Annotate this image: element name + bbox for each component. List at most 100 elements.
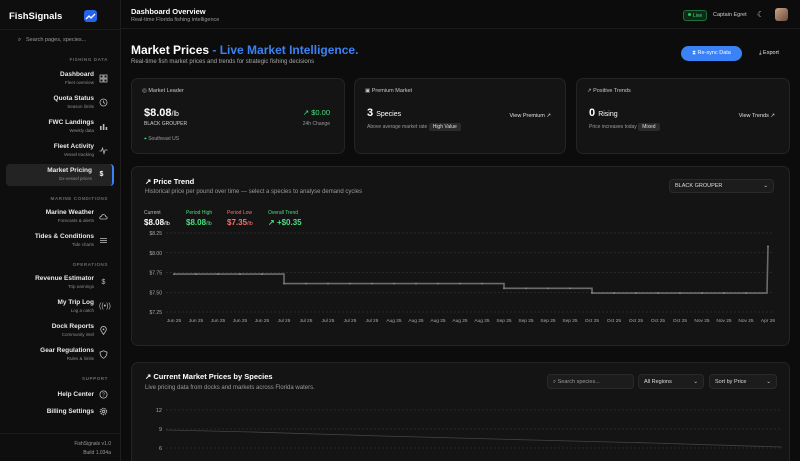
resync-label: Re-sync Data [697, 50, 731, 56]
view-trends-label: View Trends [738, 113, 769, 119]
x-tick-label: Sep 25 [562, 318, 578, 324]
x-tick-label: Nov 25 [716, 318, 732, 324]
grid-icon [99, 74, 108, 83]
build-label: Build 1.034a [83, 450, 111, 456]
section-label-support: SUPPORT [82, 376, 108, 381]
search-icon: ⌕ [18, 37, 22, 43]
sidebar-item-gear-regulations[interactable]: Gear Regulations Rules & limits [6, 344, 114, 366]
species-select[interactable]: BLACK GROUPER ⌄ [669, 179, 774, 193]
dollar-icon: $ [99, 171, 104, 178]
user-name[interactable]: Captain Egret [713, 12, 747, 18]
sidebar-item-revenue-estimator[interactable]: Revenue Estimator Trip earnings $ [6, 272, 114, 294]
x-tick-label: Apr 26 [761, 318, 775, 324]
price-trend-line [174, 246, 769, 294]
nav-subtitle: Community intel [61, 332, 94, 337]
x-tick-label: Sep 25 [518, 318, 534, 324]
section-label-marine: MARINE CONDITIONS [50, 196, 108, 201]
price-trend-subtitle: Historical price per pound over time — s… [145, 189, 363, 195]
clock-icon [99, 98, 108, 107]
leader-region: ⌖ Southeast US [144, 136, 179, 142]
theme-toggle-moon-icon[interactable]: ☾ [757, 10, 764, 19]
x-tick-label: Jun 25 [167, 318, 182, 324]
x-tick-label: Nov 25 [694, 318, 710, 324]
leader-price-value: $8.08 [144, 107, 172, 119]
nav-subtitle: Tide charts [71, 242, 94, 247]
sidebar: FishSignals ⌕ Search pages, species... FI… [0, 0, 121, 461]
sidebar-item-fwc-landings[interactable]: FWC Landings Weekly data [6, 116, 114, 138]
sidebar-item-fleet-activity[interactable]: Fleet Activity Vessel tracking [6, 140, 114, 162]
species-search-input[interactable]: ⌕ Search species... [547, 374, 634, 389]
x-tick-label: Jul 25 [322, 318, 335, 324]
sidebar-item-dock-reports[interactable]: Dock Reports Community intel [6, 320, 114, 342]
data-point [239, 273, 241, 275]
chevron-down-icon: ⌄ [763, 183, 768, 189]
x-tick-label: Jul 25 [344, 318, 357, 324]
current-label: Current [144, 210, 161, 216]
data-point [745, 292, 747, 294]
pulse-icon [99, 146, 108, 155]
card-header: ▣ Premium Market [365, 88, 412, 94]
x-tick-label: Oct 25 [651, 318, 665, 324]
x-tick-label: Jun 25 [255, 318, 270, 324]
trends-count: 0 Rising [589, 107, 618, 119]
region-select[interactable]: All Regions ⌄ [638, 374, 704, 389]
species-price-chart: 12 9 6 [156, 408, 783, 452]
x-tick-label: Oct 25 [629, 318, 643, 324]
data-point [393, 282, 395, 285]
high-value-badge: High Value [428, 123, 461, 131]
view-premium-button[interactable]: View Premium ↗ [510, 113, 552, 119]
app-version: FishSignals v1.0 Build 1.034a [74, 440, 111, 458]
data-point [217, 273, 219, 275]
premium-market-card: ▣ Premium Market 3 Species Above average… [354, 78, 566, 154]
section-label-operations: OPERATIONS [72, 262, 108, 267]
page-title-main: Market Prices [131, 43, 210, 57]
card-header: ↗ Positive Trends [587, 88, 631, 94]
arrow-up-right-icon: ↗ [546, 113, 551, 119]
premium-count: 3 Species [367, 107, 401, 119]
resync-data-button[interactable]: ⧗ Re-sync Data [681, 46, 742, 61]
leader-change: ↗ $0.00 [303, 108, 330, 117]
card-header-label: Premium Market [371, 88, 413, 94]
premium-count-value: 3 [367, 107, 374, 119]
sidebar-item-marine-weather[interactable]: Marine Weather Forecasts & alerts [6, 206, 114, 228]
export-button[interactable]: ⤓ Export [749, 46, 789, 61]
y-tick-label: $7.25 [149, 310, 162, 316]
nav-title: Tides & Conditions [34, 233, 94, 240]
sidebar-item-tides-conditions[interactable]: Tides & Conditions Tide charts [6, 230, 114, 252]
species-table-subtitle: Live pricing data from docks and markets… [145, 385, 315, 391]
brand-name[interactable]: FishSignals [9, 11, 62, 22]
sidebar-item-my-trip-log[interactable]: My Trip Log Log a catch ((•)) [6, 296, 114, 318]
nav-title: Quota Status [53, 95, 94, 102]
sidebar-search[interactable]: ⌕ Search pages, species... [18, 37, 86, 44]
sidebar-toggle-icon[interactable] [84, 10, 97, 22]
y-tick-label: $7.75 [149, 271, 162, 277]
nav-title: FWC Landings [48, 119, 95, 126]
data-point [569, 287, 571, 290]
y-tick-label: $8.00 [149, 251, 162, 257]
nav-title: Gear Regulations [40, 347, 94, 354]
avatar[interactable] [775, 8, 788, 21]
card-header-label: Positive Trends [593, 88, 631, 94]
pin-icon [99, 326, 108, 336]
sort-select[interactable]: Sort by Price ⌄ [709, 374, 777, 389]
data-point [679, 292, 681, 294]
region-select-value: All Regions [644, 379, 672, 385]
header-subtitle: Real-time Florida fishing intelligence [131, 17, 220, 23]
sidebar-item-billing-settings[interactable]: Billing Settings [6, 402, 114, 424]
nav-subtitle: Vessel tracking [63, 152, 94, 157]
live-dot-icon [688, 13, 691, 16]
sidebar-item-quota-status[interactable]: Quota Status Season limits [6, 92, 114, 114]
premium-note: Above average market rate High Value [367, 123, 461, 131]
sidebar-item-market-pricing[interactable]: Market Pricing Ex-vessel prices $ [6, 164, 114, 186]
sidebar-item-dashboard[interactable]: Dashboard Fleet overview [6, 68, 114, 90]
x-tick-label: Sep 25 [496, 318, 512, 324]
x-tick-label: Oct 25 [585, 318, 599, 324]
x-tick-label: Sep 25 [540, 318, 556, 324]
period-low-label: Period Low [227, 210, 253, 216]
sidebar-search-placeholder[interactable]: Search pages, species... [26, 37, 86, 43]
nav-title: Revenue Estimator [35, 275, 94, 282]
premium-count-label: Species [376, 111, 402, 118]
sort-select-value: Sort by Price [715, 379, 747, 385]
view-trends-button[interactable]: View Trends ↗ [739, 113, 775, 119]
trending-up-icon: ↗ [302, 108, 312, 117]
